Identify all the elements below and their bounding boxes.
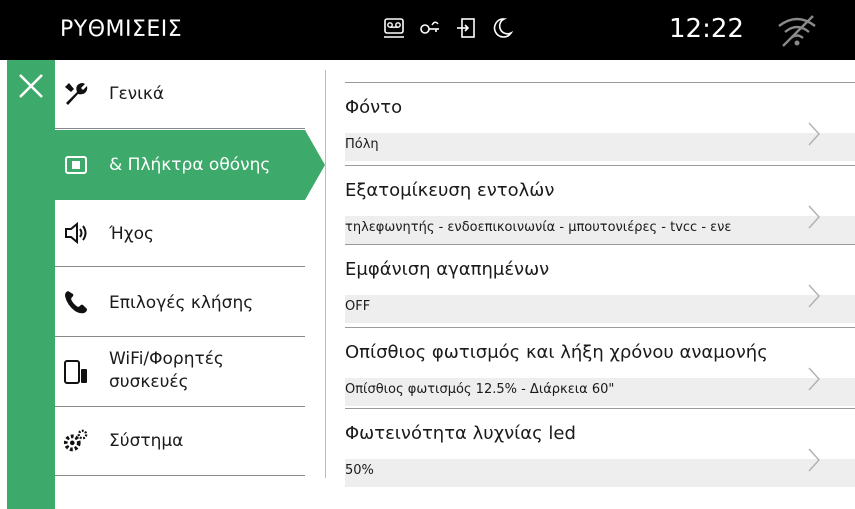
close-icon — [19, 74, 43, 98]
setting-title: Φωτεινότητα λυχνίας led — [345, 423, 576, 444]
close-button[interactable] — [7, 60, 55, 112]
page-title: ΡΥΘΜΙΣΕΙΣ — [60, 17, 183, 42]
chevron-right-icon — [808, 367, 820, 391]
active-indicator-arrow — [305, 130, 325, 200]
sidebar-item-general[interactable]: Γενικά — [55, 60, 305, 128]
side-rail — [7, 60, 55, 509]
speaker-icon — [63, 220, 89, 246]
sidebar-item-wifi-devices[interactable]: WiFi/Φορητές συσκευές — [55, 337, 305, 406]
chevron-right-icon — [808, 122, 820, 146]
setting-title: Εμφάνιση αγαπημένων — [345, 259, 550, 280]
setting-value: τηλεφωνητής - ενδοεπικοινωνία - μπουτονι… — [345, 220, 732, 235]
sidebar-item-label: Επιλογές κλήσης — [109, 293, 254, 313]
sidebar-item-label: & Πλήκτρα οθόνης — [109, 155, 271, 175]
setting-value: OFF — [345, 299, 371, 314]
devices-icon — [63, 359, 89, 385]
sidebar-item-label: Σύστημα — [109, 431, 184, 451]
sidebar-divider — [55, 475, 305, 476]
phone-icon — [63, 289, 89, 315]
setting-show-favorites[interactable]: Εμφάνιση αγαπημένων OFF — [345, 245, 855, 327]
setting-led-brightness[interactable]: Φωτεινότητα λυχνίας led 50% — [345, 409, 855, 491]
setting-value: 50% — [345, 463, 374, 478]
setting-title: Φόντο — [345, 97, 403, 118]
status-icons — [383, 16, 513, 40]
top-bar: ΡΥΘΜΙΣΕΙΣ 12:22 — [0, 0, 855, 60]
door-exit-icon — [457, 18, 475, 38]
settings-list: Φόντο Πόλη Εξατομίκευση εντολών τηλεφωνη… — [345, 60, 855, 509]
setting-custom-commands[interactable]: Εξατομίκευση εντολών τηλεφωνητής - ενδοε… — [345, 166, 855, 248]
setting-value: Πόλη — [345, 137, 379, 152]
sidebar-item-label: Ήχος — [109, 224, 155, 244]
sidebar-item-sound[interactable]: Ήχος — [55, 200, 305, 266]
door-key-icon — [420, 21, 439, 34]
answering-machine-icon — [384, 18, 404, 38]
display-icon — [63, 152, 89, 178]
setting-value: Οπίσθιος φωτισμός 12.5% - Διάρκεια 60" — [345, 382, 615, 397]
sidebar: Γενικά & Πλήκτρα οθόνης Ήχος Επιλογές κλ… — [55, 60, 325, 509]
wrench-icon — [63, 81, 89, 107]
setting-title: Οπίσθιος φωτισμός και λήξη χρόνου αναμον… — [345, 342, 768, 363]
chevron-right-icon — [808, 205, 820, 229]
sidebar-item-system[interactable]: Σύστημα — [55, 407, 305, 475]
sidebar-item-label-line1: WiFi/Φορητές — [109, 349, 224, 369]
clock: 12:22 — [669, 14, 744, 44]
gears-icon — [63, 428, 89, 454]
setting-backlight-timeout[interactable]: Οπίσθιος φωτισμός και λήξη χρόνου αναμον… — [345, 328, 855, 410]
sidebar-divider — [55, 128, 305, 129]
sidebar-item-label-line2: συσκευές — [109, 372, 189, 392]
setting-title: Εξατομίκευση εντολών — [345, 180, 555, 201]
sidebar-item-screen-buttons[interactable]: & Πλήκτρα οθόνης — [55, 130, 305, 200]
setting-background[interactable]: Φόντο Πόλη — [345, 83, 855, 165]
moon-icon — [493, 18, 513, 38]
sidebar-item-label: Γενικά — [109, 84, 165, 104]
wifi-off-icon — [778, 15, 816, 47]
panel-divider — [325, 70, 326, 478]
sidebar-item-call-options[interactable]: Επιλογές κλήσης — [55, 267, 305, 336]
chevron-right-icon — [808, 448, 820, 472]
chevron-right-icon — [808, 284, 820, 308]
